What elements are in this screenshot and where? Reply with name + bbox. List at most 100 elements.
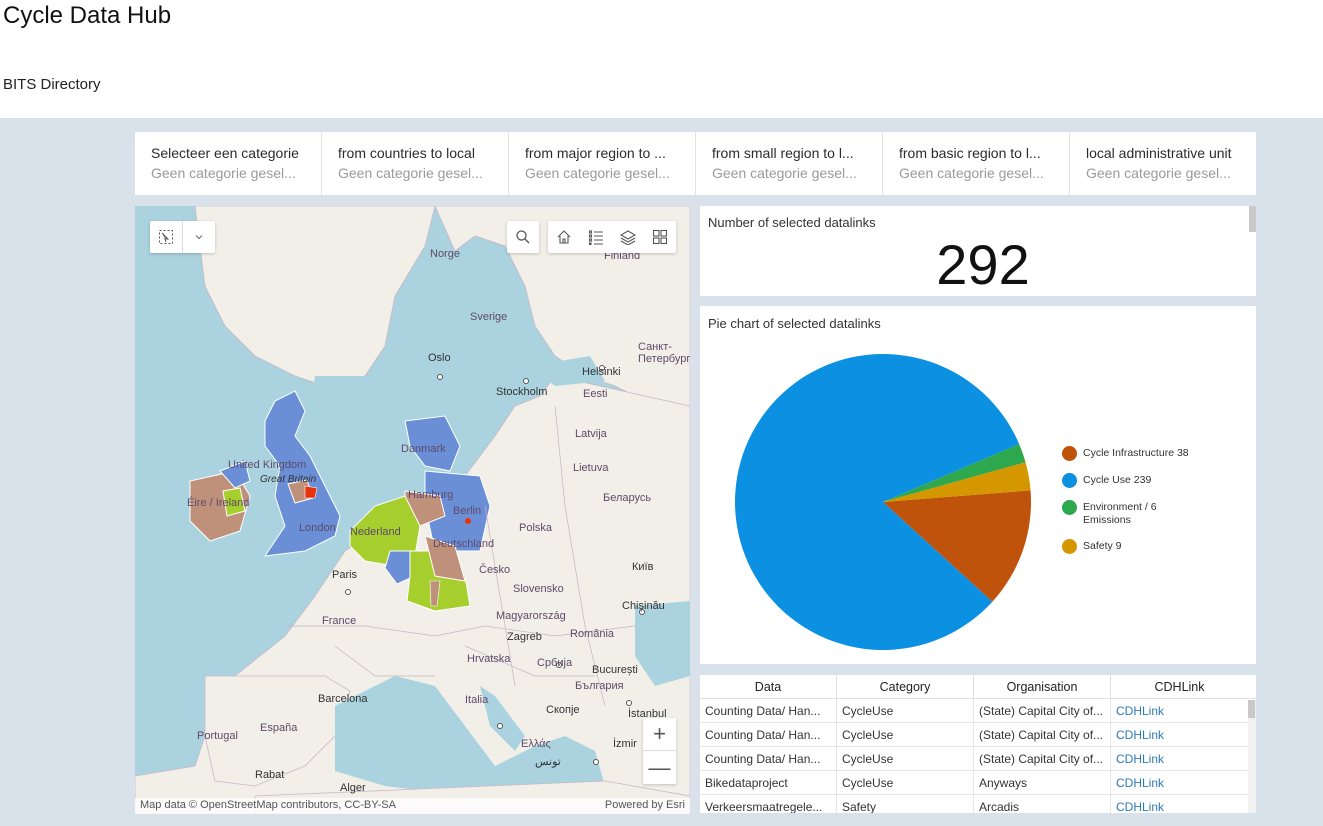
table-row[interactable]: Bikedataproject CycleUse Anyways CDHLink — [700, 771, 1256, 795]
map-label: España — [260, 722, 298, 734]
map-label: Nederland — [350, 526, 401, 538]
table-row[interactable]: Verkeersmaatregele... Safety Arcadis CDHLin… — [700, 795, 1256, 813]
home-button[interactable] — [548, 221, 580, 253]
map-label: Éire / Ireland — [187, 497, 250, 509]
selector-major-region[interactable]: from major region to ... Geen categorie g… — [509, 132, 696, 195]
map-label: Polska — [519, 522, 553, 534]
table-row[interactable]: Counting Data/ Han... CycleUse (State) Cap… — [700, 723, 1256, 747]
map-label: Скопје — [546, 704, 580, 716]
zoom-out-button[interactable]: — — [643, 751, 676, 784]
map-label: Беларусь — [603, 492, 652, 504]
map-label: İzmir — [613, 738, 637, 750]
cell-category: CycleUse — [837, 723, 974, 746]
datalinks-table: Data Category Organisation CDHLink Count… — [700, 675, 1256, 813]
map-label: Slovensko — [513, 583, 564, 595]
column-header-cdhlink[interactable]: CDHLink — [1111, 675, 1248, 698]
layers-button[interactable] — [612, 221, 644, 253]
map-label: București — [592, 664, 638, 676]
cell-organisation: (State) Capital City of... — [974, 723, 1111, 746]
column-header-category[interactable]: Category — [837, 675, 974, 698]
map-label: Great Britain — [260, 474, 317, 485]
map-label: Deutschland — [433, 538, 495, 550]
header: Cycle Data Hub BITS Directory — [0, 0, 1323, 118]
cell-data: Counting Data/ Han... — [700, 699, 837, 722]
dashboard: Selecteer een categorie Geen categorie ge… — [0, 118, 1323, 826]
search-icon — [516, 230, 530, 244]
map-label: България — [575, 680, 624, 692]
cell-organisation: (State) Capital City of... — [974, 747, 1111, 770]
cell-organisation: Arcadis — [974, 795, 1111, 813]
category-selectors: Selecteer een categorie Geen categorie ge… — [135, 132, 1256, 195]
map-label: Stockholm — [496, 386, 548, 398]
table-row[interactable]: Counting Data/ Han... CycleUse (State) Cap… — [700, 747, 1256, 771]
cdh-link[interactable]: CDHLink — [1111, 747, 1248, 770]
map-label: Eesti — [583, 388, 608, 400]
select-tool-button[interactable] — [150, 221, 182, 253]
cell-category: Safety — [837, 795, 974, 813]
map-label: Paris — [332, 569, 358, 581]
map-label: Norge — [430, 248, 460, 260]
basemap-gallery-icon — [652, 229, 668, 245]
chart-legend: Cycle Infrastructure 38 Cycle Use 239 En… — [1062, 446, 1193, 566]
selector-countries-to-local[interactable]: from countries to local Geen categorie ge… — [322, 132, 509, 195]
map-tools-toolbar — [548, 221, 676, 253]
map-label: تونس — [535, 756, 561, 768]
table-scrollbar[interactable] — [1248, 700, 1256, 813]
map-label: Ελλάς — [521, 738, 551, 750]
legend-swatch — [1062, 446, 1077, 461]
home-icon — [557, 230, 571, 244]
map-label: Lietuva — [573, 462, 609, 474]
scrollbar-thumb[interactable] — [1248, 700, 1255, 718]
cdh-link[interactable]: CDHLink — [1111, 771, 1248, 794]
map-label: Italia — [465, 694, 489, 706]
legend-item[interactable]: Safety 9 — [1062, 539, 1193, 554]
map-label: România — [570, 628, 615, 640]
column-header-organisation[interactable]: Organisation — [974, 675, 1111, 698]
cdh-link[interactable]: CDHLink — [1111, 795, 1248, 813]
selector-label: Selecteer een categorie — [151, 145, 299, 161]
legend-swatch — [1062, 539, 1077, 554]
scrollbar[interactable] — [1249, 206, 1256, 232]
map-label: Oslo — [428, 352, 451, 364]
column-header-data[interactable]: Data — [700, 675, 837, 698]
selector-basic-region[interactable]: from basic region to l... Geen categorie … — [883, 132, 1070, 195]
legend-button[interactable] — [580, 221, 612, 253]
zoom-controls: + — — [643, 718, 676, 784]
cdh-link[interactable]: CDHLink — [1111, 699, 1248, 722]
map-label: Barcelona — [318, 693, 368, 705]
map-view[interactable]: Norge Finland Sverige Oslo Helsinki Санк… — [135, 206, 690, 814]
chevron-down-icon — [195, 235, 203, 240]
legend-item[interactable]: Cycle Infrastructure 38 — [1062, 446, 1193, 461]
select-tool-dropdown[interactable] — [183, 221, 215, 253]
selector-small-region[interactable]: from small region to l... Geen categorie … — [696, 132, 883, 195]
app-subtitle: BITS Directory — [3, 76, 101, 93]
selector-label: from countries to local — [338, 145, 475, 161]
table-row[interactable]: Counting Data/ Han... CycleUse (State) Cap… — [700, 699, 1256, 723]
map-attribution: Map data © OpenStreetMap contributors, C… — [135, 798, 690, 814]
legend-list-icon — [588, 230, 603, 245]
cell-data: Counting Data/ Han... — [700, 747, 837, 770]
cdh-link[interactable]: CDHLink — [1111, 723, 1248, 746]
map-label: London — [299, 522, 336, 534]
selector-value: Geen categorie gesel... — [151, 165, 296, 181]
map-label: Hamburg — [408, 489, 454, 501]
selector-value: Geen categorie gesel... — [712, 165, 857, 181]
cell-category: CycleUse — [837, 699, 974, 722]
attribution-osm[interactable]: Map data © OpenStreetMap contributors, C… — [140, 799, 396, 813]
search-button[interactable] — [507, 221, 539, 253]
attribution-esri[interactable]: Powered by Esri — [605, 799, 685, 813]
cell-category: CycleUse — [837, 747, 974, 770]
map-label: Sverige — [470, 311, 508, 323]
basemap-gallery-button[interactable] — [644, 221, 676, 253]
layers-icon — [620, 230, 636, 245]
legend-item[interactable]: Environment / 6 Emissions — [1062, 500, 1193, 527]
selector-category[interactable]: Selecteer een categorie Geen categorie ge… — [135, 132, 322, 195]
map-label: United Kingdom — [228, 459, 307, 471]
legend-item[interactable]: Cycle Use 239 — [1062, 473, 1193, 488]
map-label: Latvija — [575, 428, 607, 440]
zoom-in-button[interactable]: + — [643, 718, 676, 751]
selector-local-admin-unit[interactable]: local administrative unit Geen categorie … — [1070, 132, 1256, 195]
map-label: Zagreb — [507, 631, 542, 643]
map-basemap — [135, 206, 690, 814]
map-label: France — [322, 615, 357, 627]
